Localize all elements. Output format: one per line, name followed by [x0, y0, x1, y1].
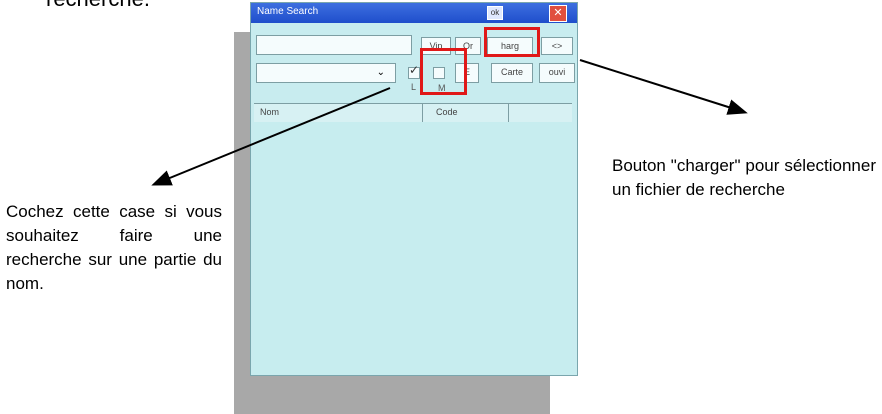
arrow-to-checkbox: [151, 87, 391, 186]
arrow-to-charger: [579, 59, 748, 115]
annotation-arrows: [151, 59, 748, 186]
